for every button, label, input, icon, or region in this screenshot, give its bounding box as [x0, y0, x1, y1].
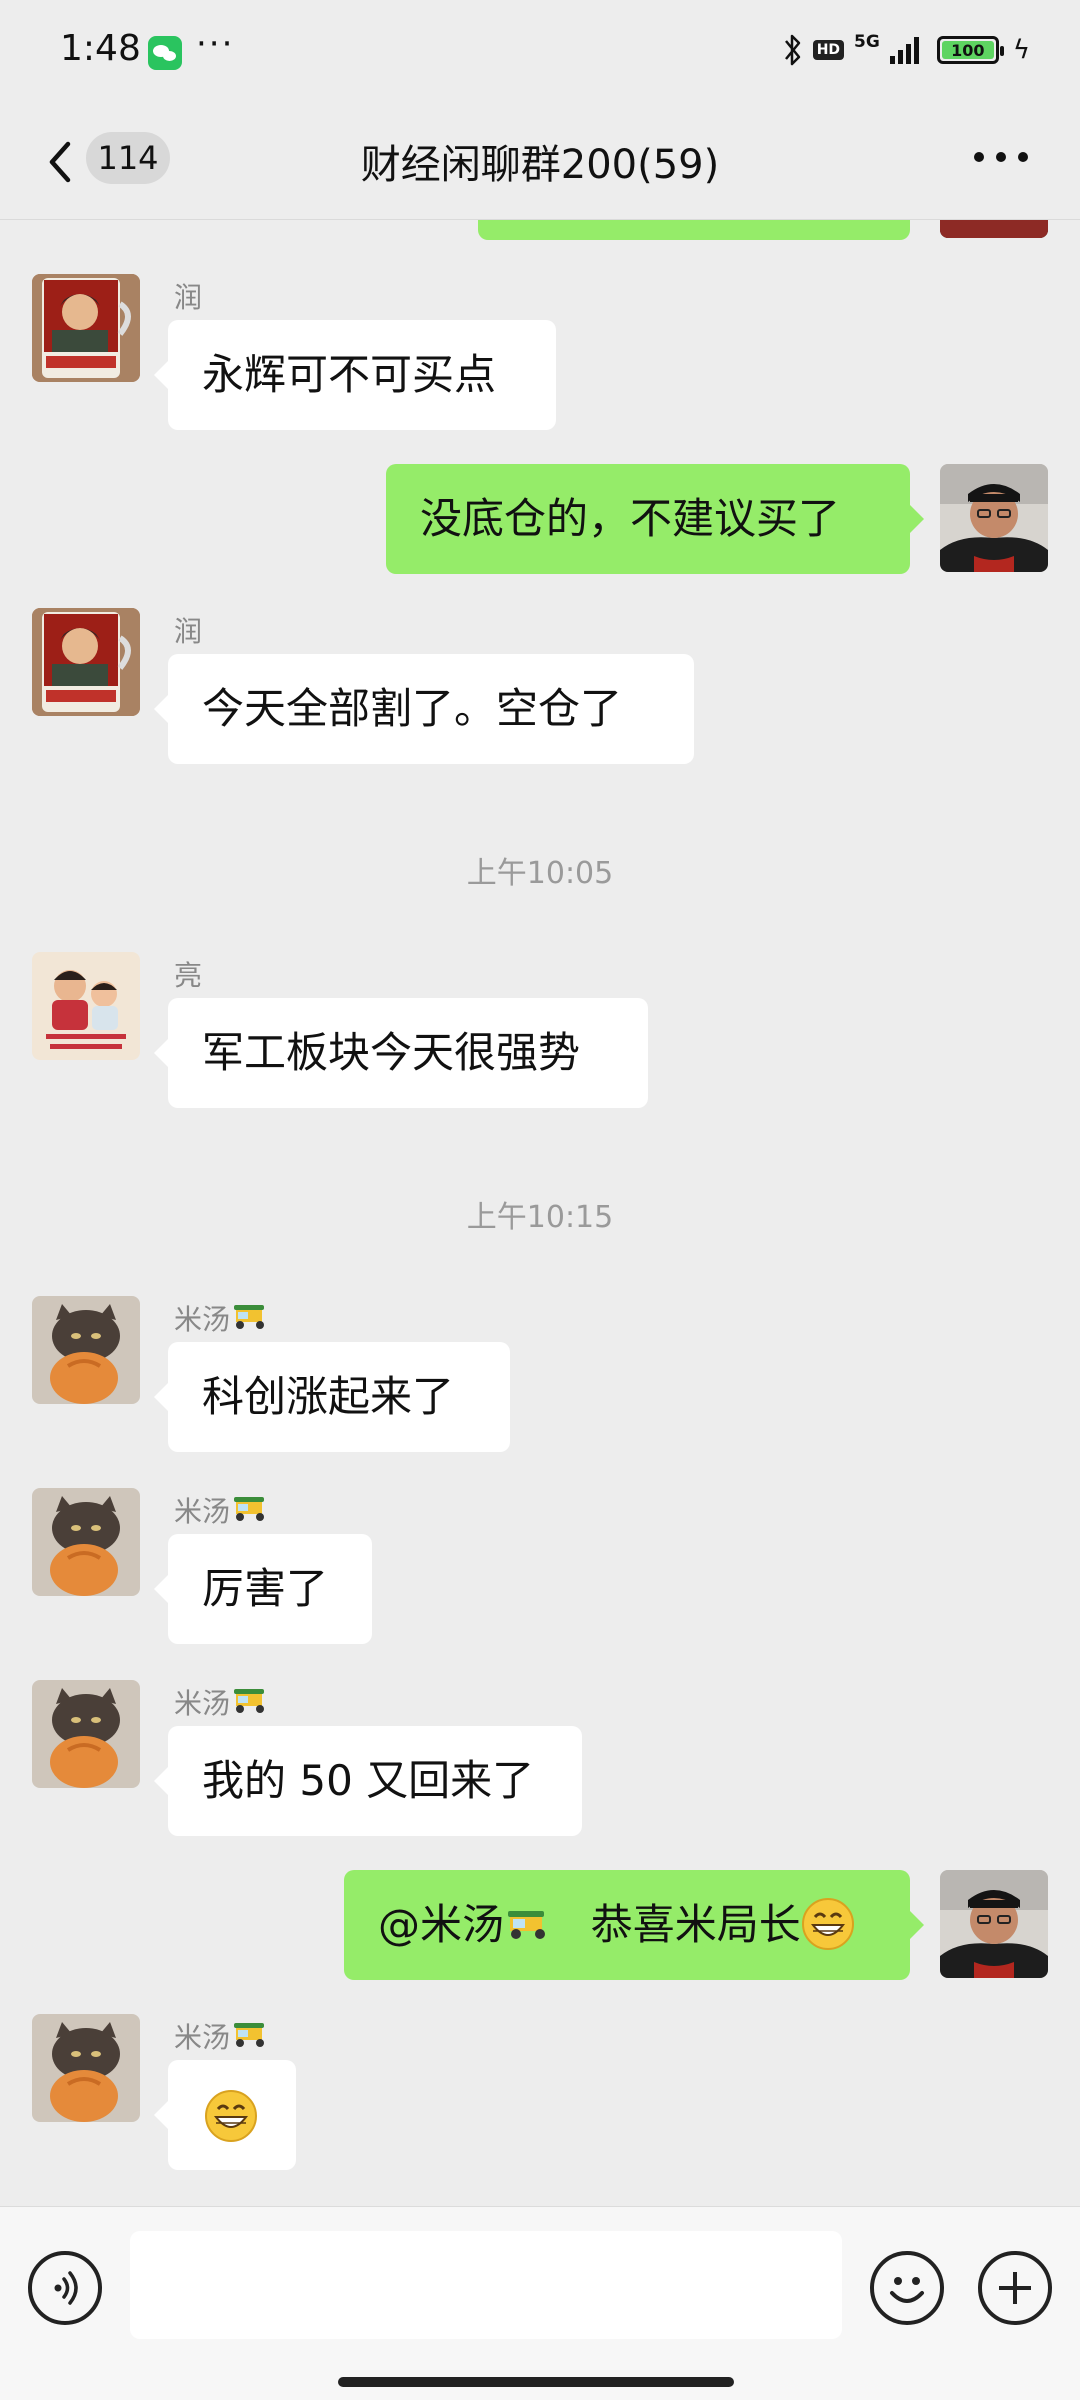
hd-voice-badge: HD: [812, 40, 845, 60]
more-notifications-icon: ···: [196, 24, 235, 64]
avatar[interactable]: [32, 1296, 140, 1404]
signal-strength-icon: [889, 36, 919, 64]
chat-header: 114 财经闲聊群200(59): [0, 100, 1080, 220]
message-list[interactable]: 润 永辉可不可买点 没底仓的，不建议买了 润 今天全部割了。空仓了 上午10:0…: [0, 220, 1080, 2206]
sender-name: 润: [174, 615, 203, 648]
grinning-face-emoji: [801, 1897, 854, 1950]
message-bubble[interactable]: 永辉可不可买点: [154, 320, 556, 430]
sender-name: 亮: [174, 959, 203, 992]
plus-icon[interactable]: [978, 2251, 1052, 2325]
more-dots-icon[interactable]: [972, 152, 1032, 166]
previous-message-bubble: [478, 220, 910, 240]
avatar[interactable]: [32, 608, 140, 716]
avatar[interactable]: [940, 1870, 1048, 1978]
emoji-icon[interactable]: [870, 2251, 944, 2325]
sender-name: 米汤: [174, 2016, 270, 2056]
auto-rickshaw-emoji: [234, 1689, 265, 1713]
network-type: 5G: [854, 32, 880, 52]
avatar[interactable]: [32, 1488, 140, 1596]
battery-icon: 100: [936, 36, 1004, 64]
message-bubble[interactable]: @米汤 恭喜米局长: [344, 1870, 924, 1980]
message-timestamp: 上午10:15: [466, 1200, 614, 1235]
message-bubble[interactable]: 厉害了: [154, 1534, 372, 1644]
auto-rickshaw-emoji: [234, 1305, 265, 1329]
avatar[interactable]: [940, 464, 1048, 572]
message-bubble[interactable]: 没底仓的，不建议买了: [386, 464, 924, 574]
battery-level: 100: [941, 41, 994, 60]
sender-name-text: 米汤: [174, 1303, 231, 1336]
avatar[interactable]: [32, 1680, 140, 1788]
message-bubble[interactable]: 军工板块今天很强势: [154, 998, 648, 1108]
message-input[interactable]: [130, 2231, 842, 2339]
avatar: [940, 220, 1048, 238]
sender-name-text: 米汤: [174, 1495, 231, 1528]
bluetooth-icon: [783, 32, 803, 68]
message-bubble[interactable]: 今天全部割了。空仓了: [154, 654, 694, 764]
status-icons: HD 5G 100 ϟ: [783, 30, 1030, 70]
message-text: 恭喜米局长: [590, 1900, 801, 1949]
input-bar: [0, 2206, 1080, 2400]
avatar[interactable]: [32, 2014, 140, 2122]
sender-name-text: 米汤: [174, 1687, 231, 1720]
chat-title: 财经闲聊群200(59): [360, 142, 720, 188]
message-timestamp: 上午10:05: [466, 856, 614, 891]
sender-name-text: 米汤: [174, 2021, 231, 2054]
message-bubble[interactable]: [154, 2060, 296, 2170]
voice-icon[interactable]: [28, 2251, 102, 2325]
message-bubble[interactable]: 我的 50 又回来了: [154, 1726, 582, 1836]
wechat-notification-icon: [148, 36, 182, 70]
sender-name: 米汤: [174, 1298, 270, 1338]
home-indicator[interactable]: [338, 2377, 734, 2387]
grinning-face-emoji: [205, 2089, 257, 2142]
auto-rickshaw-emoji: [508, 1910, 546, 1939]
status-bar: 1:48 ··· HD 5G 100 ϟ: [0, 0, 1080, 100]
auto-rickshaw-emoji: [234, 1497, 265, 1521]
auto-rickshaw-emoji: [234, 2023, 265, 2047]
avatar[interactable]: [32, 274, 140, 382]
avatar[interactable]: [32, 952, 140, 1060]
charging-icon: ϟ: [1012, 35, 1030, 65]
message-bubble[interactable]: 科创涨起来了: [154, 1342, 510, 1452]
sender-name: 米汤: [174, 1682, 270, 1722]
wechat-group-chat-screen: 1:48 ··· HD 5G 100 ϟ 114 财经闲聊群200(59) 润 …: [0, 0, 1080, 2400]
sender-name: 米汤: [174, 1490, 270, 1530]
sender-name: 润: [174, 281, 203, 314]
mention-text[interactable]: @米汤: [378, 1900, 504, 1949]
status-time: 1:48: [60, 28, 141, 69]
